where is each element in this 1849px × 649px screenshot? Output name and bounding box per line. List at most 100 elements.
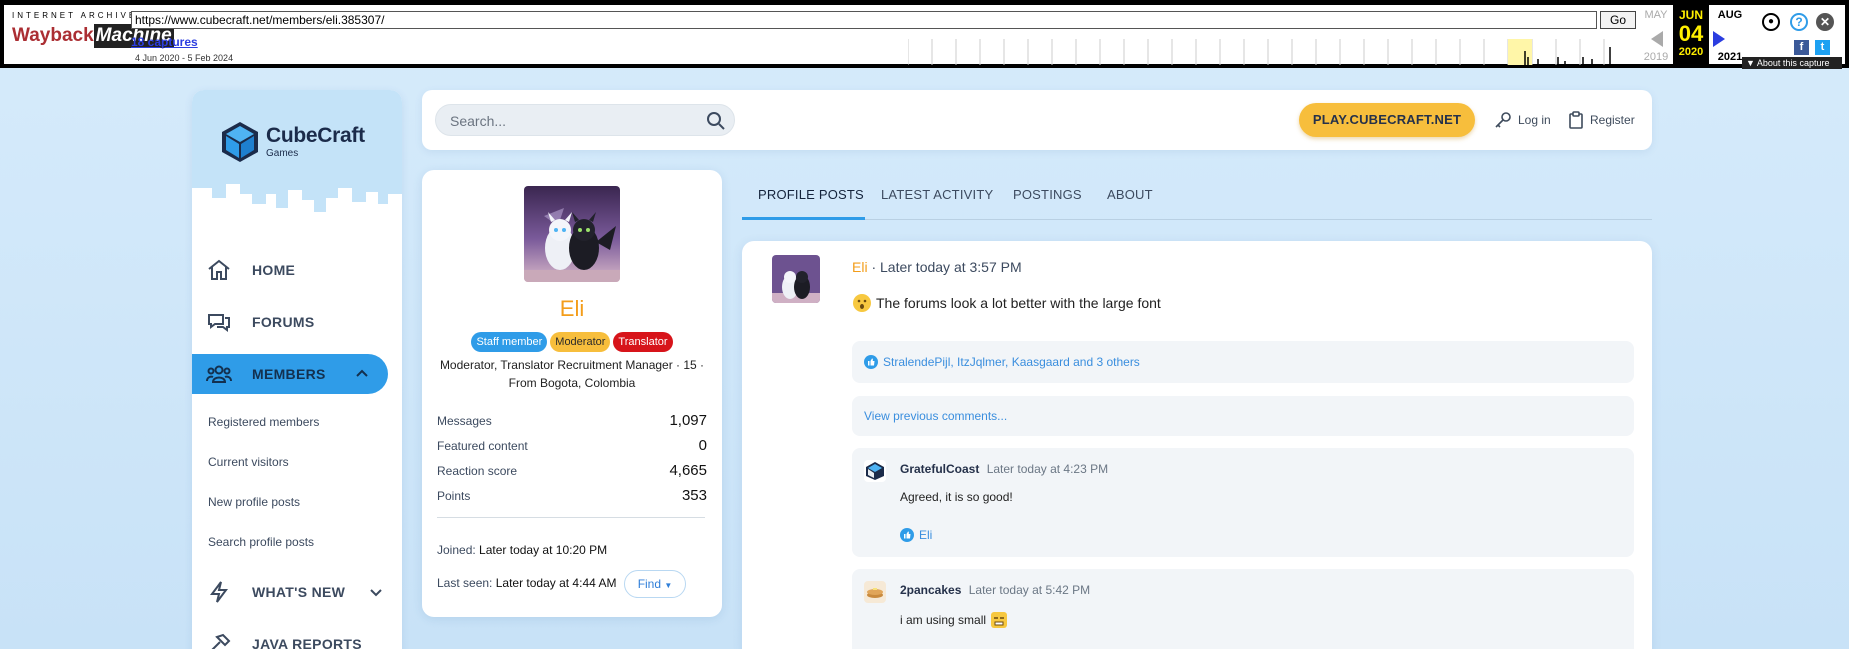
sidebar-item-forums[interactable]: FORUMS (192, 302, 402, 342)
surprised-emoji-icon (853, 294, 871, 312)
user-stats: Messages 1,097 Featured content 0 Reacti… (437, 408, 707, 508)
comment-message: i am using small (900, 611, 1008, 629)
stat-label: Messages (437, 413, 492, 428)
prev-year[interactable]: 2019 (1638, 51, 1674, 63)
sidebar-item-home[interactable]: HOME (192, 250, 402, 290)
twitter-icon[interactable]: t (1815, 40, 1830, 55)
submenu-new-profile-posts[interactable]: New profile posts (208, 482, 402, 522)
caret-down-icon: ▼ (664, 581, 673, 590)
logo-title: CubeCraft (266, 124, 365, 147)
clipboard-icon (1569, 111, 1583, 129)
comment-text: i am using small (900, 613, 987, 627)
comment-timestamp[interactable]: Later today at 5:42 PM (969, 583, 1090, 597)
sidebar-item-java-reports[interactable]: JAVA REPORTS (192, 624, 402, 649)
play-server-button[interactable]: PLAY.CUBECRAFT.NET (1299, 103, 1475, 137)
comment: 2pancakes Later today at 5:42 PM i am us… (852, 569, 1634, 649)
wayback-logo[interactable]: INTERNET ARCHIVE Wayback Machine (12, 11, 174, 57)
hammer-icon (211, 633, 231, 649)
user-badges: Staff member Moderator Translator (422, 332, 722, 352)
search-box[interactable] (435, 104, 735, 136)
squinting-emoji-icon (991, 612, 1008, 628)
comment-reactor[interactable]: Eli (919, 528, 932, 542)
joined-info: Joined: Later today at 10:20 PM (437, 543, 607, 557)
post-author-avatar[interactable] (772, 255, 820, 303)
search-input[interactable] (450, 111, 700, 131)
stat-label: Reaction score (437, 463, 518, 478)
moderator-badge: Moderator (550, 332, 611, 352)
prev-month[interactable]: MAY (1638, 9, 1674, 21)
wayback-word: Wayback (12, 25, 94, 46)
tab-latest-activity[interactable]: LATEST ACTIVITY (881, 187, 993, 202)
tab-postings[interactable]: POSTINGS (1013, 187, 1082, 202)
sidebar-item-label: FORUMS (252, 314, 315, 330)
login-label: Log in (1518, 113, 1551, 127)
find-dropdown-button[interactable]: Find ▼ (624, 570, 686, 598)
logo-subtitle: Games (266, 148, 299, 159)
wayback-toolbar: INTERNET ARCHIVE Wayback Machine https:/… (0, 0, 1849, 69)
register-label: Register (1590, 113, 1635, 127)
post-text: The forums look a lot better with the la… (876, 295, 1161, 311)
about-capture-button[interactable]: ▼ About this capture (1742, 57, 1842, 69)
user-title-line: Moderator, Translator Recruitment Manage… (439, 358, 705, 390)
top-header: PLAY.CUBECRAFT.NET Log in Register (422, 90, 1652, 150)
stat-value[interactable]: 353 (682, 487, 707, 504)
post-reactions-bar[interactable]: StralendePijl, ItzJqlmer, Kaasgaard and … (852, 341, 1634, 383)
sidebar-item-label: MEMBERS (252, 366, 326, 382)
post-timestamp[interactable]: · Later today at 3:57 PM (868, 259, 1021, 275)
sidebar-item-members[interactable]: MEMBERS (192, 354, 388, 394)
comment-avatar[interactable] (864, 581, 886, 603)
next-month[interactable]: AUG (1712, 9, 1748, 21)
comment-username[interactable]: GratefulCoast (900, 462, 979, 476)
last-seen-info: Last seen: Later today at 4:44 AM (437, 576, 616, 590)
submenu-search-profile-posts[interactable]: Search profile posts (208, 522, 402, 562)
submenu-registered-members[interactable]: Registered members (208, 402, 402, 442)
comment-header: 2pancakes Later today at 5:42 PM (900, 583, 1090, 597)
cubecraft-logo[interactable]: CubeCraft Games (220, 120, 365, 164)
find-label: Find (637, 577, 662, 591)
register-link[interactable]: Register (1568, 110, 1635, 130)
tab-about[interactable]: ABOUT (1107, 187, 1153, 202)
stat-row: Points 353 (437, 483, 707, 508)
stat-value[interactable]: 0 (699, 437, 707, 454)
sidebar-nav: HOME FORUMS MEMBERS Registered members C… (192, 250, 402, 649)
comment-header: GratefulCoast Later today at 4:23 PM (900, 462, 1108, 476)
captures-link[interactable]: 18 captures (131, 35, 198, 49)
cube-logo-icon (222, 122, 258, 162)
last-seen-label: Last seen: (437, 576, 493, 590)
profile-post: Eli · Later today at 3:57 PM The forums … (742, 241, 1652, 649)
sidebar: CubeCraft Games HOME FORUMS MEMBERS Regi… (192, 90, 402, 649)
comment-username[interactable]: 2pancakes (900, 583, 961, 597)
view-previous-comments-link[interactable]: View previous comments... (852, 396, 1634, 436)
tab-profile-posts[interactable]: PROFILE POSTS (758, 187, 864, 202)
reactions-text[interactable]: StralendePijl, ItzJqlmer, Kaasgaard and … (883, 355, 1140, 369)
chevron-up-icon[interactable] (356, 368, 368, 380)
user-icon[interactable]: ● (1762, 13, 1780, 31)
stat-value: 4,665 (669, 462, 707, 479)
active-tab-indicator (742, 217, 865, 220)
login-link[interactable]: Log in (1494, 110, 1551, 130)
search-icon[interactable] (706, 111, 726, 131)
like-icon (864, 355, 878, 369)
help-icon[interactable]: ? (1790, 13, 1808, 31)
wayback-url-input[interactable]: https://www.cubecraft.net/members/eli.38… (131, 11, 1597, 29)
post-author-link[interactable]: Eli (852, 259, 868, 275)
comment-reactions[interactable]: Eli (900, 528, 932, 542)
internet-archive-label: INTERNET ARCHIVE (12, 11, 138, 20)
current-capture-date: JUN 04 2020 (1673, 5, 1709, 65)
capture-date-range: 4 Jun 2020 - 5 Feb 2024 (135, 53, 234, 63)
staff-badge: Staff member (471, 332, 548, 352)
sidebar-item-whats-new[interactable]: WHAT'S NEW (192, 572, 402, 612)
profile-tabs: PROFILE POSTS LATEST ACTIVITY POSTINGS A… (742, 170, 1652, 220)
submenu-current-visitors[interactable]: Current visitors (208, 442, 402, 482)
close-icon[interactable]: ✕ (1816, 13, 1834, 31)
facebook-icon[interactable]: f (1794, 40, 1809, 55)
stat-value[interactable]: 1,097 (669, 412, 707, 429)
chevron-down-icon[interactable] (370, 586, 382, 598)
like-icon (900, 528, 914, 542)
capture-sparkline[interactable] (908, 39, 1618, 65)
wayback-go-button[interactable]: Go (1600, 11, 1636, 29)
profile-avatar[interactable] (524, 186, 620, 282)
comment-timestamp[interactable]: Later today at 4:23 PM (987, 462, 1108, 476)
members-submenu: Registered members Current visitors New … (192, 402, 402, 562)
comment-avatar[interactable] (864, 460, 886, 482)
